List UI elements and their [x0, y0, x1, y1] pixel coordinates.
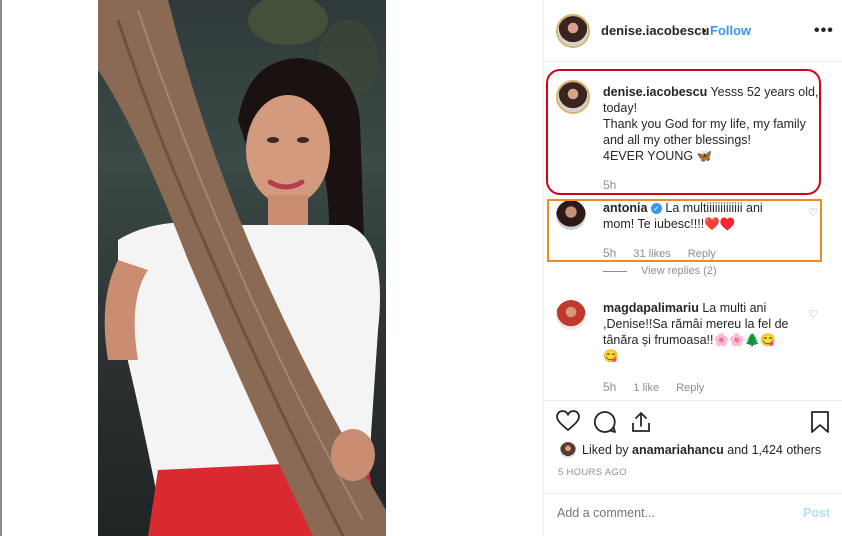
- author-avatar[interactable]: [556, 14, 590, 48]
- photo-illustration: [98, 0, 386, 536]
- comment-line-4: 😋: [603, 349, 619, 363]
- comment-text: magdapalimariu La multi ani ,Denise!!Sa …: [603, 300, 803, 364]
- post-timestamp[interactable]: 5 HOURS AGO: [558, 467, 627, 478]
- caption-highlight-box: [546, 69, 821, 195]
- left-border: [0, 0, 2, 536]
- commenter-avatar[interactable]: [556, 300, 586, 330]
- liked-by-user[interactable]: anamariahancu: [632, 443, 724, 457]
- comment-time[interactable]: 5h: [603, 380, 616, 394]
- liked-by-prefix: Liked by: [582, 443, 629, 457]
- liked-by-suffix[interactable]: and 1,424 others: [727, 443, 821, 457]
- comment-line-2: ,Denise!!Sa rămâi mereu la fel de: [603, 317, 789, 331]
- post-photo[interactable]: [98, 0, 386, 536]
- like-heart-icon[interactable]: [556, 410, 580, 432]
- save-bookmark-icon[interactable]: [810, 410, 830, 434]
- liked-by-text: Liked by anamariahancu and 1,424 others: [582, 443, 821, 457]
- comment-likes[interactable]: 1 like: [633, 382, 659, 394]
- share-icon[interactable]: [629, 410, 653, 434]
- like-comment-heart-icon[interactable]: ♡: [808, 308, 818, 321]
- comment-line-1: La multi ani: [702, 301, 767, 315]
- liker-avatar[interactable]: [560, 442, 576, 458]
- add-comment-input[interactable]: [557, 506, 787, 520]
- post-header: denise.iacobescu • Follow •••: [544, 0, 842, 62]
- comment-meta: 5h 1 like Reply: [603, 380, 718, 394]
- more-options-icon[interactable]: •••: [814, 22, 834, 40]
- replies-divider-line: [603, 270, 627, 272]
- comment-highlight-box: [547, 199, 822, 262]
- add-comment-bar: Post: [544, 493, 842, 536]
- author-username[interactable]: denise.iacobescu: [601, 23, 709, 38]
- comment-line-3: tânăra și frumoasa!!🌸🌸🌲😋: [603, 333, 776, 347]
- view-replies-label: View replies (2): [641, 265, 717, 277]
- post-comment-button[interactable]: Post: [803, 506, 830, 520]
- header-separator: •: [702, 23, 707, 38]
- view-replies-button[interactable]: View replies (2): [603, 265, 717, 277]
- comment-username[interactable]: magdapalimariu: [603, 301, 699, 315]
- comment-reply-button[interactable]: Reply: [676, 382, 704, 394]
- comment-bubble-icon[interactable]: [593, 410, 617, 434]
- follow-button[interactable]: Follow: [710, 23, 751, 38]
